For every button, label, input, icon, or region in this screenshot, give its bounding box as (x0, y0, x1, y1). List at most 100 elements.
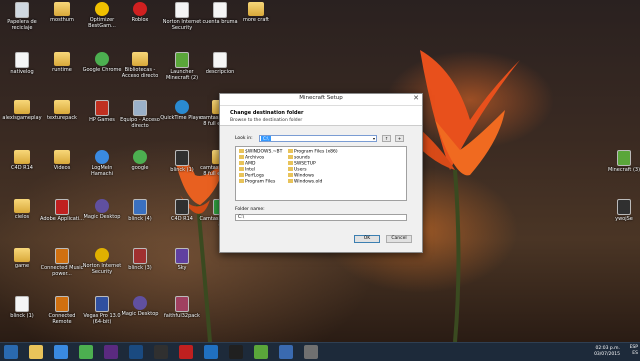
folder-icon (14, 100, 30, 114)
desktop-icon[interactable]: Connected Remote (40, 294, 84, 338)
app-icon (15, 296, 29, 312)
desktop-icon-label: mosthum (50, 17, 74, 23)
desktop-icon[interactable]: Adobe Applicati... (40, 197, 84, 241)
desktop-icon[interactable]: more craft (234, 0, 278, 44)
desktop-icon[interactable]: Minecraft (3) (602, 148, 640, 192)
folder-list-item[interactable]: Users (288, 167, 307, 173)
app-icon (133, 150, 147, 164)
app-icon (133, 296, 147, 310)
desktop-icon[interactable]: cielos (0, 197, 44, 241)
desktop-icon[interactable]: faithful32pack (160, 294, 204, 338)
app-icon (95, 296, 109, 312)
folder-list-item[interactable]: Program Files (x86) (288, 149, 338, 155)
system-tray[interactable]: ESP ES (630, 345, 638, 357)
desktop-icon[interactable]: descripcion (198, 50, 242, 94)
taskbar: ESP ES 02:03 p.m. 03/07/2015 (0, 342, 640, 361)
app-icon (175, 2, 189, 18)
folder-icon (239, 155, 244, 159)
chevron-down-icon[interactable]: ▾ (373, 136, 375, 141)
folder-name-input[interactable]: C:\ (235, 214, 407, 221)
chrome-icon[interactable] (79, 345, 93, 359)
desktop-icon-label: Minecraft (3) (607, 167, 640, 173)
folder-list-item[interactable]: Archivos (239, 155, 264, 161)
folder-list-item[interactable]: Program Files (239, 179, 275, 185)
desktop-icon-label: Roblox (131, 17, 149, 23)
up-folder-button[interactable]: ↑ (382, 135, 391, 142)
desktop-icon[interactable]: google (118, 148, 162, 192)
app-icon (95, 248, 109, 262)
desktop-icon-label: blinck (1) (10, 313, 34, 319)
app-icon (175, 150, 189, 166)
desktop-icon[interactable]: runtime (40, 50, 84, 94)
desktop-icon[interactable]: texturepack (40, 98, 84, 142)
desktop-icon-label: Magic Desktop (121, 311, 159, 317)
desktop-icon[interactable]: blinck (4) (118, 197, 162, 241)
desktop-icon-label: Bibliotecas - Acceso directo (121, 67, 159, 79)
folder-list-item[interactable]: AMD (239, 161, 255, 167)
folder-list-item[interactable]: PerfLogs (239, 173, 264, 179)
ok-button[interactable]: OK (354, 235, 380, 243)
desktop-icon[interactable]: Videos (40, 148, 84, 192)
c4d-icon[interactable] (154, 345, 168, 359)
windows-icon[interactable] (4, 345, 18, 359)
folder-icon (288, 179, 293, 183)
folder-list-item[interactable]: Windows.old (288, 179, 322, 185)
desktop-icon[interactable]: game (0, 246, 44, 290)
minecraft-icon[interactable] (254, 345, 268, 359)
app-icon (95, 150, 109, 164)
desktop-icon[interactable]: ywojSe (602, 197, 640, 241)
desktop-icon[interactable]: Sky (160, 246, 204, 290)
folder-icon (54, 150, 70, 164)
cancel-button[interactable]: Cancel (386, 235, 412, 243)
desktop-icon-label: ywojSe (615, 216, 633, 222)
folder-icon (239, 173, 244, 177)
desktop-icon[interactable]: Papelera de reciclaje (0, 0, 44, 44)
desktop-icon[interactable]: Connected Music power... (40, 246, 84, 290)
desktop-icon[interactable]: alexisgameplay (0, 98, 44, 142)
desktop-icon[interactable]: Roblox (118, 0, 162, 44)
new-folder-button[interactable]: + (395, 135, 404, 142)
photoshop-icon[interactable] (129, 345, 143, 359)
desktop-icon-label: blinck (4) (128, 216, 152, 222)
folder-list-item-label: Program Files (245, 179, 276, 185)
desktop-icon[interactable]: blinck (1) (0, 294, 44, 338)
record-icon[interactable] (179, 345, 193, 359)
desktop-icon[interactable]: C4D R14 (0, 148, 44, 192)
desktop-icon[interactable]: nativelog (0, 50, 44, 94)
desktop-icon[interactable]: Bibliotecas - Acceso directo (118, 50, 162, 94)
tray-locale[interactable]: ES (630, 351, 638, 357)
folder-list-item[interactable]: sounds (288, 155, 310, 161)
desktop-icon-label: Connected Remote (48, 313, 76, 325)
setup-icon[interactable] (304, 345, 318, 359)
close-icon[interactable]: ✕ (413, 94, 419, 102)
folder-list-item[interactable]: Intel (239, 167, 255, 173)
app-icon (95, 100, 109, 116)
folder-icon (54, 100, 70, 114)
desktop-icon-label: descripcion (205, 69, 235, 75)
hp-icon[interactable] (204, 345, 218, 359)
folder-list-item[interactable]: $WINDOWS.~BT (239, 149, 282, 155)
app-icon (617, 150, 631, 166)
desktop-icon[interactable]: mosthum (40, 0, 84, 44)
clock[interactable]: 02:03 p.m. 03/07/2015 (594, 346, 620, 358)
folder-list[interactable]: $WINDOWS.~BT Archivos AMD Intel PerfLogs Prog… (235, 146, 407, 201)
premiere-icon[interactable] (104, 345, 118, 359)
folder-list-item[interactable]: SWSETUP (288, 161, 316, 167)
mediaplayer-icon[interactable] (279, 345, 293, 359)
folder-icon (132, 52, 148, 66)
file-explorer-icon[interactable] (29, 345, 43, 359)
app-icon (175, 100, 189, 114)
lookin-dropdown[interactable]: C:\ ▾ (259, 135, 377, 142)
cinema-icon[interactable] (229, 345, 243, 359)
folder-list-item[interactable]: Windows (288, 173, 314, 179)
desktop-icon[interactable]: blinck (3) (118, 246, 162, 290)
folder-list-item-label: Intel (245, 167, 255, 173)
dialog-titlebar[interactable]: Minecraft Setup ✕ (220, 94, 422, 106)
desktop-icon[interactable]: Equipo - Acceso directo (118, 98, 162, 142)
app-icon (15, 2, 29, 18)
store-icon[interactable] (54, 345, 68, 359)
desktop-icon[interactable]: Magic Desktop (118, 294, 162, 338)
folder-list-item-label: sounds (294, 155, 311, 161)
folder-list-item-label: Archivos (245, 155, 265, 161)
folder-icon (288, 173, 293, 177)
